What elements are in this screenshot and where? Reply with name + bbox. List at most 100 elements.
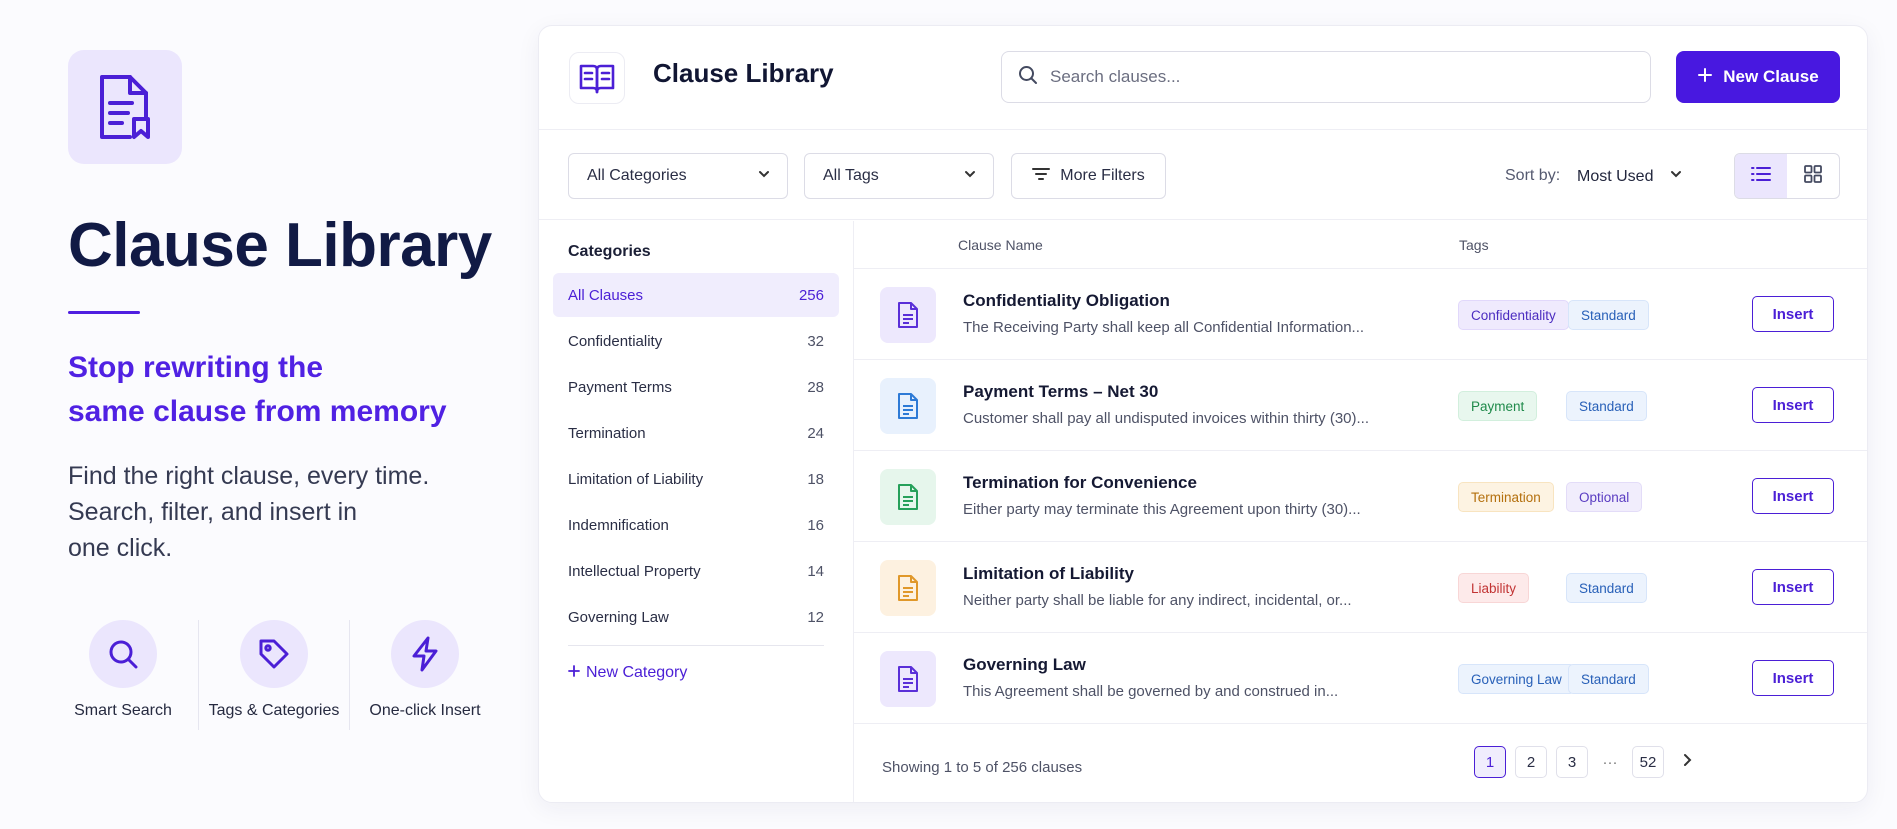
column-header-clause-name: Clause Name — [958, 237, 1043, 253]
new-clause-button[interactable]: New Clause — [1676, 51, 1840, 103]
category-label: Confidentiality — [568, 332, 663, 350]
pagination: 1 2 3 ··· 52 — [1474, 746, 1701, 778]
category-label: Limitation of Liability — [568, 470, 704, 488]
sidebar-item-indemnification[interactable]: Indemnification 16 — [553, 503, 839, 547]
hero-tagline-line: Stop rewriting the — [68, 351, 323, 384]
chevron-down-icon — [757, 167, 771, 186]
clause-description: Neither party shall be liable for any in… — [963, 592, 1352, 609]
page-button-1[interactable]: 1 — [1474, 746, 1506, 778]
chevron-down-icon — [963, 167, 977, 186]
hero-description-line: one click. — [68, 534, 173, 562]
category-tag: Confidentiality — [1458, 300, 1569, 330]
hero-title: Clause Library — [68, 211, 492, 280]
clause-title: Payment Terms – Net 30 — [963, 382, 1159, 401]
insert-button[interactable]: Insert — [1752, 387, 1834, 423]
sidebar-item-termination[interactable]: Termination 24 — [553, 411, 839, 455]
clause-title: Termination for Convenience — [963, 473, 1197, 492]
category-label: Indemnification — [568, 516, 669, 534]
new-category-label: New Category — [586, 664, 688, 681]
insert-button[interactable]: Insert — [1752, 296, 1834, 332]
type-tag: Standard — [1568, 664, 1649, 694]
hero-tagline-line: same clause from memory — [68, 395, 447, 428]
document-icon — [880, 651, 936, 707]
table-row[interactable]: Governing Law This Agreement shall be go… — [854, 633, 1867, 724]
chevron-right-icon — [1681, 753, 1693, 772]
grid-view-button[interactable] — [1787, 154, 1839, 198]
sidebar-item-intellectual-property[interactable]: Intellectual Property 14 — [553, 549, 839, 593]
table-row[interactable]: Termination for Convenience Either party… — [854, 451, 1867, 542]
category-tag: Governing Law — [1458, 664, 1575, 694]
category-label: Payment Terms — [568, 378, 672, 396]
category-count: 18 — [807, 470, 824, 488]
list-view-button[interactable] — [1735, 154, 1787, 198]
category-count: 12 — [807, 608, 824, 626]
more-filters-label: More Filters — [1060, 167, 1145, 184]
category-count: 16 — [807, 516, 824, 534]
type-tag: Standard — [1566, 391, 1647, 421]
plus-icon — [1697, 67, 1713, 88]
categories-heading: Categories — [568, 243, 651, 260]
clauses-table: Clause Name Tags Confidentiality Obligat… — [854, 221, 1867, 726]
category-select[interactable]: All Categories — [568, 153, 788, 199]
category-count: 256 — [798, 286, 824, 304]
table-row[interactable]: Confidentiality Obligation The Receiving… — [854, 269, 1867, 360]
tag-icon — [240, 620, 308, 688]
page-button-2[interactable]: 2 — [1515, 746, 1547, 778]
table-footer: Showing 1 to 5 of 256 clauses 1 2 3 ··· … — [854, 726, 1867, 802]
sidebar-item-confidentiality[interactable]: Confidentiality 32 — [553, 319, 839, 363]
clause-description: The Receiving Party shall keep all Confi… — [963, 319, 1365, 336]
type-tag: Standard — [1568, 300, 1649, 330]
hero-description: Find the right clause, every time. Searc… — [68, 458, 448, 566]
feature-label: Smart Search — [74, 702, 172, 719]
clause-description: This Agreement shall be governed by and … — [963, 683, 1339, 700]
category-tag: Liability — [1458, 573, 1530, 603]
new-clause-label: New Clause — [1723, 67, 1819, 86]
search-icon — [89, 620, 157, 688]
document-icon — [880, 378, 936, 434]
table-row[interactable]: Payment Terms – Net 30 Customer shall pa… — [854, 360, 1867, 451]
sort-select-value: Most Used — [1577, 167, 1654, 185]
hero-divider — [68, 311, 140, 314]
category-label: Intellectual Property — [568, 562, 701, 580]
feature-label: One-click Insert — [369, 702, 481, 719]
category-label: Governing Law — [568, 608, 669, 626]
page-button-3[interactable]: 3 — [1556, 746, 1588, 778]
sidebar-item-limitation-of-liability[interactable]: Limitation of Liability 18 — [553, 457, 839, 501]
new-category-link[interactable]: New Category — [568, 664, 839, 682]
document-bookmark-icon — [68, 50, 182, 164]
search-input[interactable] — [1050, 67, 1610, 87]
clause-title: Confidentiality Obligation — [963, 291, 1170, 310]
sort-select[interactable]: Most Used — [1577, 167, 1683, 186]
page-button-52[interactable]: 52 — [1632, 746, 1664, 778]
hero-section: Clause Library Stop rewriting the same c… — [68, 50, 508, 566]
tags-select-value: All Tags — [823, 167, 879, 184]
clause-title: Limitation of Liability — [963, 564, 1134, 583]
list-icon — [1751, 166, 1771, 187]
category-count: 24 — [807, 424, 824, 442]
divider — [568, 645, 824, 646]
insert-button[interactable]: Insert — [1752, 478, 1834, 514]
category-count: 32 — [807, 332, 824, 350]
filter-bar: All Categories All Tags More Filters Sor… — [539, 130, 1867, 220]
document-icon — [880, 560, 936, 616]
sidebar-item-governing-law[interactable]: Governing Law 12 — [553, 595, 839, 639]
more-filters-button[interactable]: More Filters — [1011, 153, 1166, 199]
category-label: All Clauses — [568, 286, 644, 304]
plus-icon — [568, 664, 580, 682]
tags-select[interactable]: All Tags — [804, 153, 994, 199]
chevron-down-icon — [1669, 167, 1683, 186]
search-box[interactable] — [1001, 51, 1651, 103]
category-select-value: All Categories — [587, 167, 687, 184]
next-page-button[interactable] — [1673, 746, 1701, 778]
book-icon — [569, 52, 625, 104]
categories-sidebar: Categories All Clauses 256 Confidentiali… — [539, 221, 854, 802]
table-row[interactable]: Limitation of Liability Neither party sh… — [854, 542, 1867, 633]
sidebar-item-all-clauses[interactable]: All Clauses 256 — [553, 273, 839, 317]
sidebar-item-payment-terms[interactable]: Payment Terms 28 — [553, 365, 839, 409]
insert-button[interactable]: Insert — [1752, 569, 1834, 605]
feature-one-click-insert: One-click Insert — [350, 620, 500, 730]
insert-button[interactable]: Insert — [1752, 660, 1834, 696]
category-tag: Payment — [1458, 391, 1538, 421]
clause-description: Either party may terminate this Agreemen… — [963, 501, 1361, 518]
category-count: 28 — [807, 378, 824, 396]
